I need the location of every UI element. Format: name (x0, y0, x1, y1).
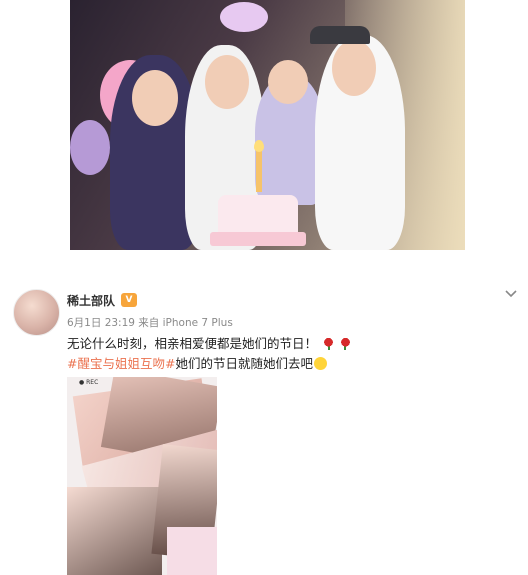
face-baby (268, 60, 308, 104)
post-photo-collage[interactable]: ● REC (67, 377, 217, 575)
cap (310, 26, 370, 44)
rec-label: ● REC (79, 379, 99, 386)
post-text-rest: 她们的节日就随她们去吧 (175, 356, 313, 371)
collage-piece-4 (67, 487, 162, 575)
username[interactable]: 稀土部队 (67, 292, 115, 309)
chevron-down-icon[interactable] (504, 286, 518, 300)
candle (256, 150, 262, 192)
candle-flame (254, 140, 264, 152)
rose-emoji (339, 338, 351, 350)
balloon-purple (70, 120, 110, 175)
face-right (332, 40, 376, 96)
post-meta: 6月1日 23:19 来自 iPhone 7 Plus (67, 317, 233, 329)
post-text: 无论什么时刻，相亲相爱便都是她们的节日！ (67, 336, 318, 351)
post-text-line1: 无论什么时刻，相亲相爱便都是她们的节日！ (67, 333, 351, 352)
post-photo-party[interactable] (70, 0, 465, 250)
face-girl (205, 55, 249, 109)
rose-emoji (323, 338, 334, 350)
user-avatar[interactable] (13, 289, 60, 336)
face-left (132, 70, 178, 126)
cake-base (210, 232, 306, 246)
birthday-cake (218, 195, 298, 235)
laughing-emoji (313, 357, 327, 370)
collage-piece-6 (167, 527, 217, 575)
vip-badge-icon: V (121, 293, 137, 307)
balloon-top (220, 2, 268, 32)
hashtag-link[interactable]: #醒宝与姐姐互吻# (67, 356, 175, 371)
post-text-line2: #醒宝与姐姐互吻#她们的节日就随她们去吧 (67, 353, 327, 372)
